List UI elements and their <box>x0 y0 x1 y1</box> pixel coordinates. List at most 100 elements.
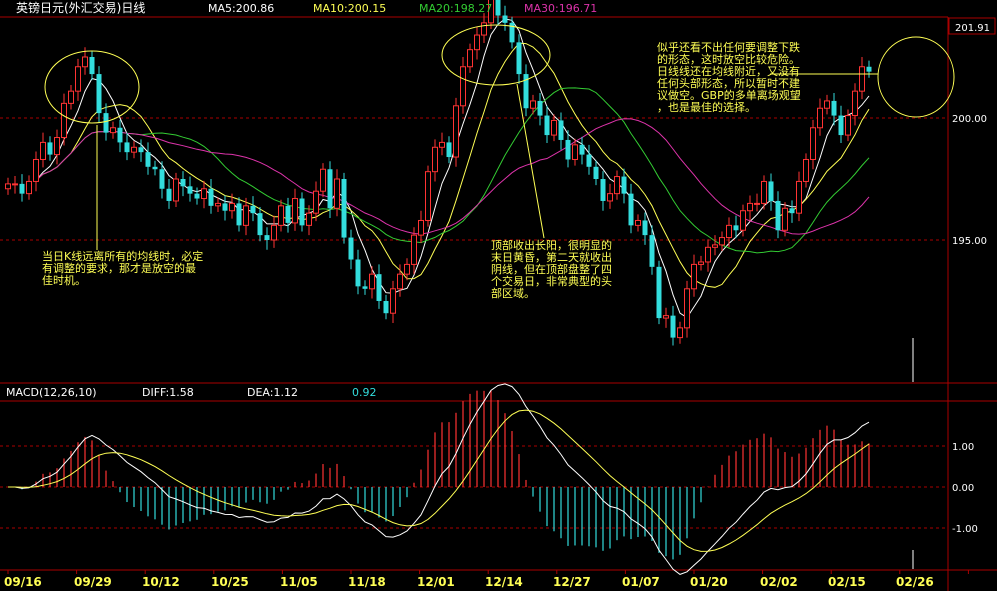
candle-up <box>418 219 424 236</box>
candle-down <box>187 186 193 194</box>
candle-up <box>614 176 620 195</box>
candle-up <box>663 315 669 319</box>
candle-down <box>285 205 291 223</box>
candle-down <box>628 193 634 226</box>
candle-up <box>859 66 865 92</box>
macd-y-tick-1: 1.00 <box>952 442 974 453</box>
macd-diff-line <box>8 383 870 575</box>
candle-down <box>544 115 550 136</box>
candle-up <box>271 224 277 241</box>
candle-down <box>124 142 130 153</box>
x-tick-label: 10/25 <box>211 575 249 589</box>
candle-up <box>54 137 60 156</box>
candle-down <box>838 115 844 136</box>
candle-down <box>537 100 543 116</box>
candle-up <box>5 183 11 190</box>
candle-down <box>145 152 151 167</box>
candle-up <box>68 90 74 104</box>
candle-up <box>852 90 858 117</box>
x-tick-label: 01/20 <box>690 575 728 589</box>
annotation-middle: 顶部收出长阳，很明显的 末日黄昏，第二天就收出 阴线，但在顶部盘整了四 个交易日… <box>491 239 612 300</box>
last-price-label: 201.91 <box>955 23 990 34</box>
candle-up <box>12 183 18 186</box>
x-tick-label: 01/07 <box>622 575 660 589</box>
candle-down <box>642 220 648 236</box>
candle-up <box>635 219 641 226</box>
candle-down <box>670 315 676 338</box>
candle-up <box>397 273 403 290</box>
candle-up <box>306 212 312 226</box>
candle-up <box>110 127 116 134</box>
candle-down <box>593 166 599 179</box>
candle-down <box>621 176 627 194</box>
highlight-circle-top <box>441 24 551 86</box>
candle-up <box>432 146 438 173</box>
candle-down <box>446 142 452 158</box>
candle-up <box>607 193 613 202</box>
candle-up <box>782 207 788 231</box>
candle-down <box>376 274 382 301</box>
candle-up <box>40 141 46 160</box>
candle-up <box>404 263 410 275</box>
x-tick-label: 09/29 <box>74 575 112 589</box>
candle-down <box>866 66 872 72</box>
candle-down <box>502 15 508 23</box>
candle-up <box>390 288 396 314</box>
candle-up <box>677 327 683 339</box>
candle-down <box>341 179 347 238</box>
candle-down <box>768 181 774 201</box>
candle-up <box>229 202 235 212</box>
candle-up <box>803 158 809 182</box>
x-tick-label: 12/14 <box>485 575 523 589</box>
macd-layer <box>8 338 914 575</box>
candle-up <box>131 146 137 153</box>
candle-up <box>810 127 816 160</box>
candle-down <box>355 259 361 287</box>
candle-up <box>201 188 207 200</box>
candle-down <box>117 127 123 143</box>
candle-down <box>831 100 837 116</box>
grid-layer <box>0 16 997 591</box>
candle-down <box>733 225 739 231</box>
chart-title: 英镑日元(外汇交易)日线 <box>16 0 145 15</box>
candle-up <box>691 263 697 290</box>
candle-down <box>89 57 95 75</box>
candle-down <box>789 208 795 214</box>
candle-down <box>600 179 606 201</box>
candle-down <box>565 139 571 160</box>
macd-y-tick-0: 0.00 <box>952 483 974 494</box>
y-tick-195: 195.00 <box>952 236 987 247</box>
candle-down <box>208 188 214 206</box>
ma30-label: MA30:196.71 <box>524 2 597 15</box>
candle-up <box>719 237 725 246</box>
ma10-label: MA10:200.15 <box>313 2 386 15</box>
macd-name-label: MACD(12,26,10) <box>6 386 97 399</box>
candle-down <box>250 205 256 214</box>
candle-down <box>656 266 662 319</box>
candle-up <box>292 198 298 224</box>
macd-value-label: 0.92 <box>352 386 377 399</box>
candle-up <box>796 180 802 214</box>
candle-up <box>705 246 711 263</box>
candle-down <box>383 301 389 314</box>
candle-down <box>222 203 228 211</box>
candle-down <box>495 0 501 16</box>
x-tick-label: 02/15 <box>828 575 866 589</box>
annotation-layer <box>44 24 955 250</box>
candle-up <box>817 107 823 129</box>
candle-down <box>96 74 102 114</box>
candle-up <box>320 168 326 192</box>
candle-down <box>299 198 305 226</box>
annotation-right: 似乎还看不出任何要调整下跌 的形态，这时放空比较危险。 日线线还在均线附近，又没… <box>657 41 801 114</box>
candle-up <box>75 66 81 92</box>
candle-down <box>586 154 592 167</box>
candle-up <box>684 288 690 329</box>
candle-up <box>439 141 445 148</box>
candle-up <box>243 205 249 226</box>
highlight-circle-right <box>877 36 955 118</box>
candle-down <box>138 147 144 153</box>
candle-down <box>579 144 585 155</box>
x-tick-label: 11/18 <box>348 575 386 589</box>
candle-down <box>558 120 564 140</box>
x-tick-label: 12/01 <box>417 575 455 589</box>
